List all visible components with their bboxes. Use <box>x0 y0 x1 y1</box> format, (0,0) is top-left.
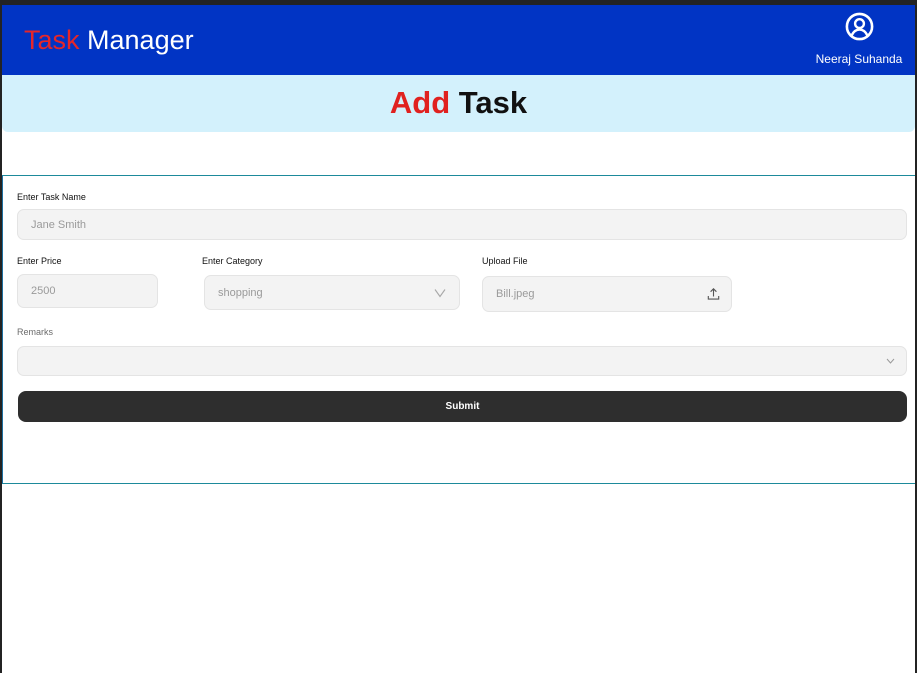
app-title-rest: Manager <box>79 25 194 55</box>
task-name-value: Jane Smith <box>31 218 87 231</box>
task-name-label: Enter Task Name <box>17 192 86 202</box>
upload-label: Upload File <box>482 256 528 266</box>
task-name-input[interactable]: Jane Smith <box>17 209 907 240</box>
submit-button[interactable]: Submit <box>18 391 907 422</box>
app-title[interactable]: Task Manager <box>24 24 194 56</box>
price-label: Enter Price <box>17 256 62 266</box>
upload-file-input[interactable]: Bill.jpeg <box>482 276 732 312</box>
user-menu[interactable]: Neeraj Suhanda <box>805 12 915 70</box>
chevron-down-icon <box>434 288 446 297</box>
page-title-rest: Task <box>450 85 528 120</box>
add-task-form: Enter Task Name Jane Smith Enter Price 2… <box>2 175 915 484</box>
page-banner: Add Task <box>2 75 915 132</box>
remarks-select[interactable] <box>17 346 907 376</box>
user-circle-icon <box>845 12 874 41</box>
upload-file-value: Bill.jpeg <box>496 288 535 300</box>
page-title-accent: Add <box>389 85 451 120</box>
app-header: Task Manager Neeraj Suhanda <box>2 5 915 75</box>
category-label: Enter Category <box>202 256 263 266</box>
category-select[interactable]: shopping <box>204 275 460 310</box>
page-title: Add Task <box>2 85 915 121</box>
app-title-accent: Task <box>24 25 80 55</box>
user-name: Neeraj Suhanda <box>815 52 903 66</box>
price-input[interactable]: 2500 <box>17 274 158 308</box>
chevron-down-icon <box>886 358 895 364</box>
category-value: shopping <box>218 286 263 299</box>
upload-icon[interactable] <box>707 288 720 301</box>
remarks-label: Remarks <box>17 327 54 337</box>
submit-button-label: Submit <box>445 401 480 412</box>
price-value: 2500 <box>31 285 56 297</box>
